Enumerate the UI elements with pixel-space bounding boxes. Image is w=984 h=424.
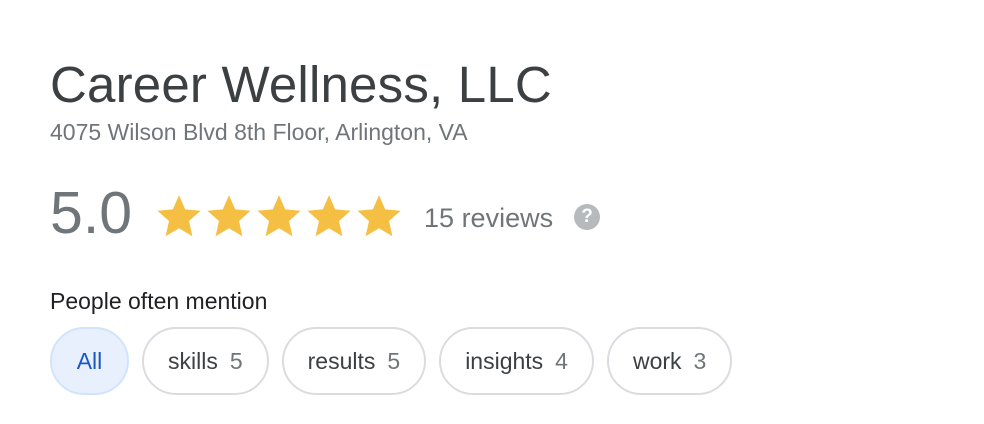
- star-rating: [154, 192, 404, 240]
- rating-score: 5.0: [50, 180, 133, 246]
- mention-chips: All skills 5 results 5 insights 4 work 3: [50, 327, 745, 395]
- people-often-mention-heading: People often mention: [50, 288, 268, 314]
- business-address: 4075 Wilson Blvd 8th Floor, Arlington, V…: [50, 119, 468, 145]
- chip-label: insights: [465, 347, 544, 374]
- chip-count: 4: [555, 347, 568, 374]
- chip-results[interactable]: results 5: [281, 327, 427, 395]
- chip-all[interactable]: All: [50, 327, 129, 395]
- star-icon: [257, 195, 301, 237]
- chip-count: 5: [387, 347, 401, 374]
- chip-label: All: [76, 347, 103, 374]
- chip-label: results: [307, 347, 376, 374]
- chip-work[interactable]: work 3: [606, 327, 733, 395]
- star-icon: [207, 195, 251, 237]
- chip-label: work: [632, 347, 682, 374]
- chip-insights[interactable]: insights 4: [439, 327, 594, 395]
- chip-label: skills: [168, 347, 218, 374]
- chip-count: 3: [693, 347, 707, 374]
- reviews-count: 15 reviews: [424, 203, 554, 233]
- chip-count: 5: [229, 347, 243, 374]
- star-icon: [157, 195, 201, 237]
- star-icon: [307, 195, 351, 237]
- business-name: Career Wellness, LLC: [50, 56, 552, 113]
- rating-row: 5.0 15 reviews ?: [50, 178, 601, 248]
- help-icon[interactable]: ?: [574, 204, 601, 230]
- chip-skills[interactable]: skills 5: [142, 327, 269, 395]
- business-panel: Career Wellness, LLC 4075 Wilson Blvd 8t…: [50, 0, 984, 424]
- star-icon: [357, 195, 401, 237]
